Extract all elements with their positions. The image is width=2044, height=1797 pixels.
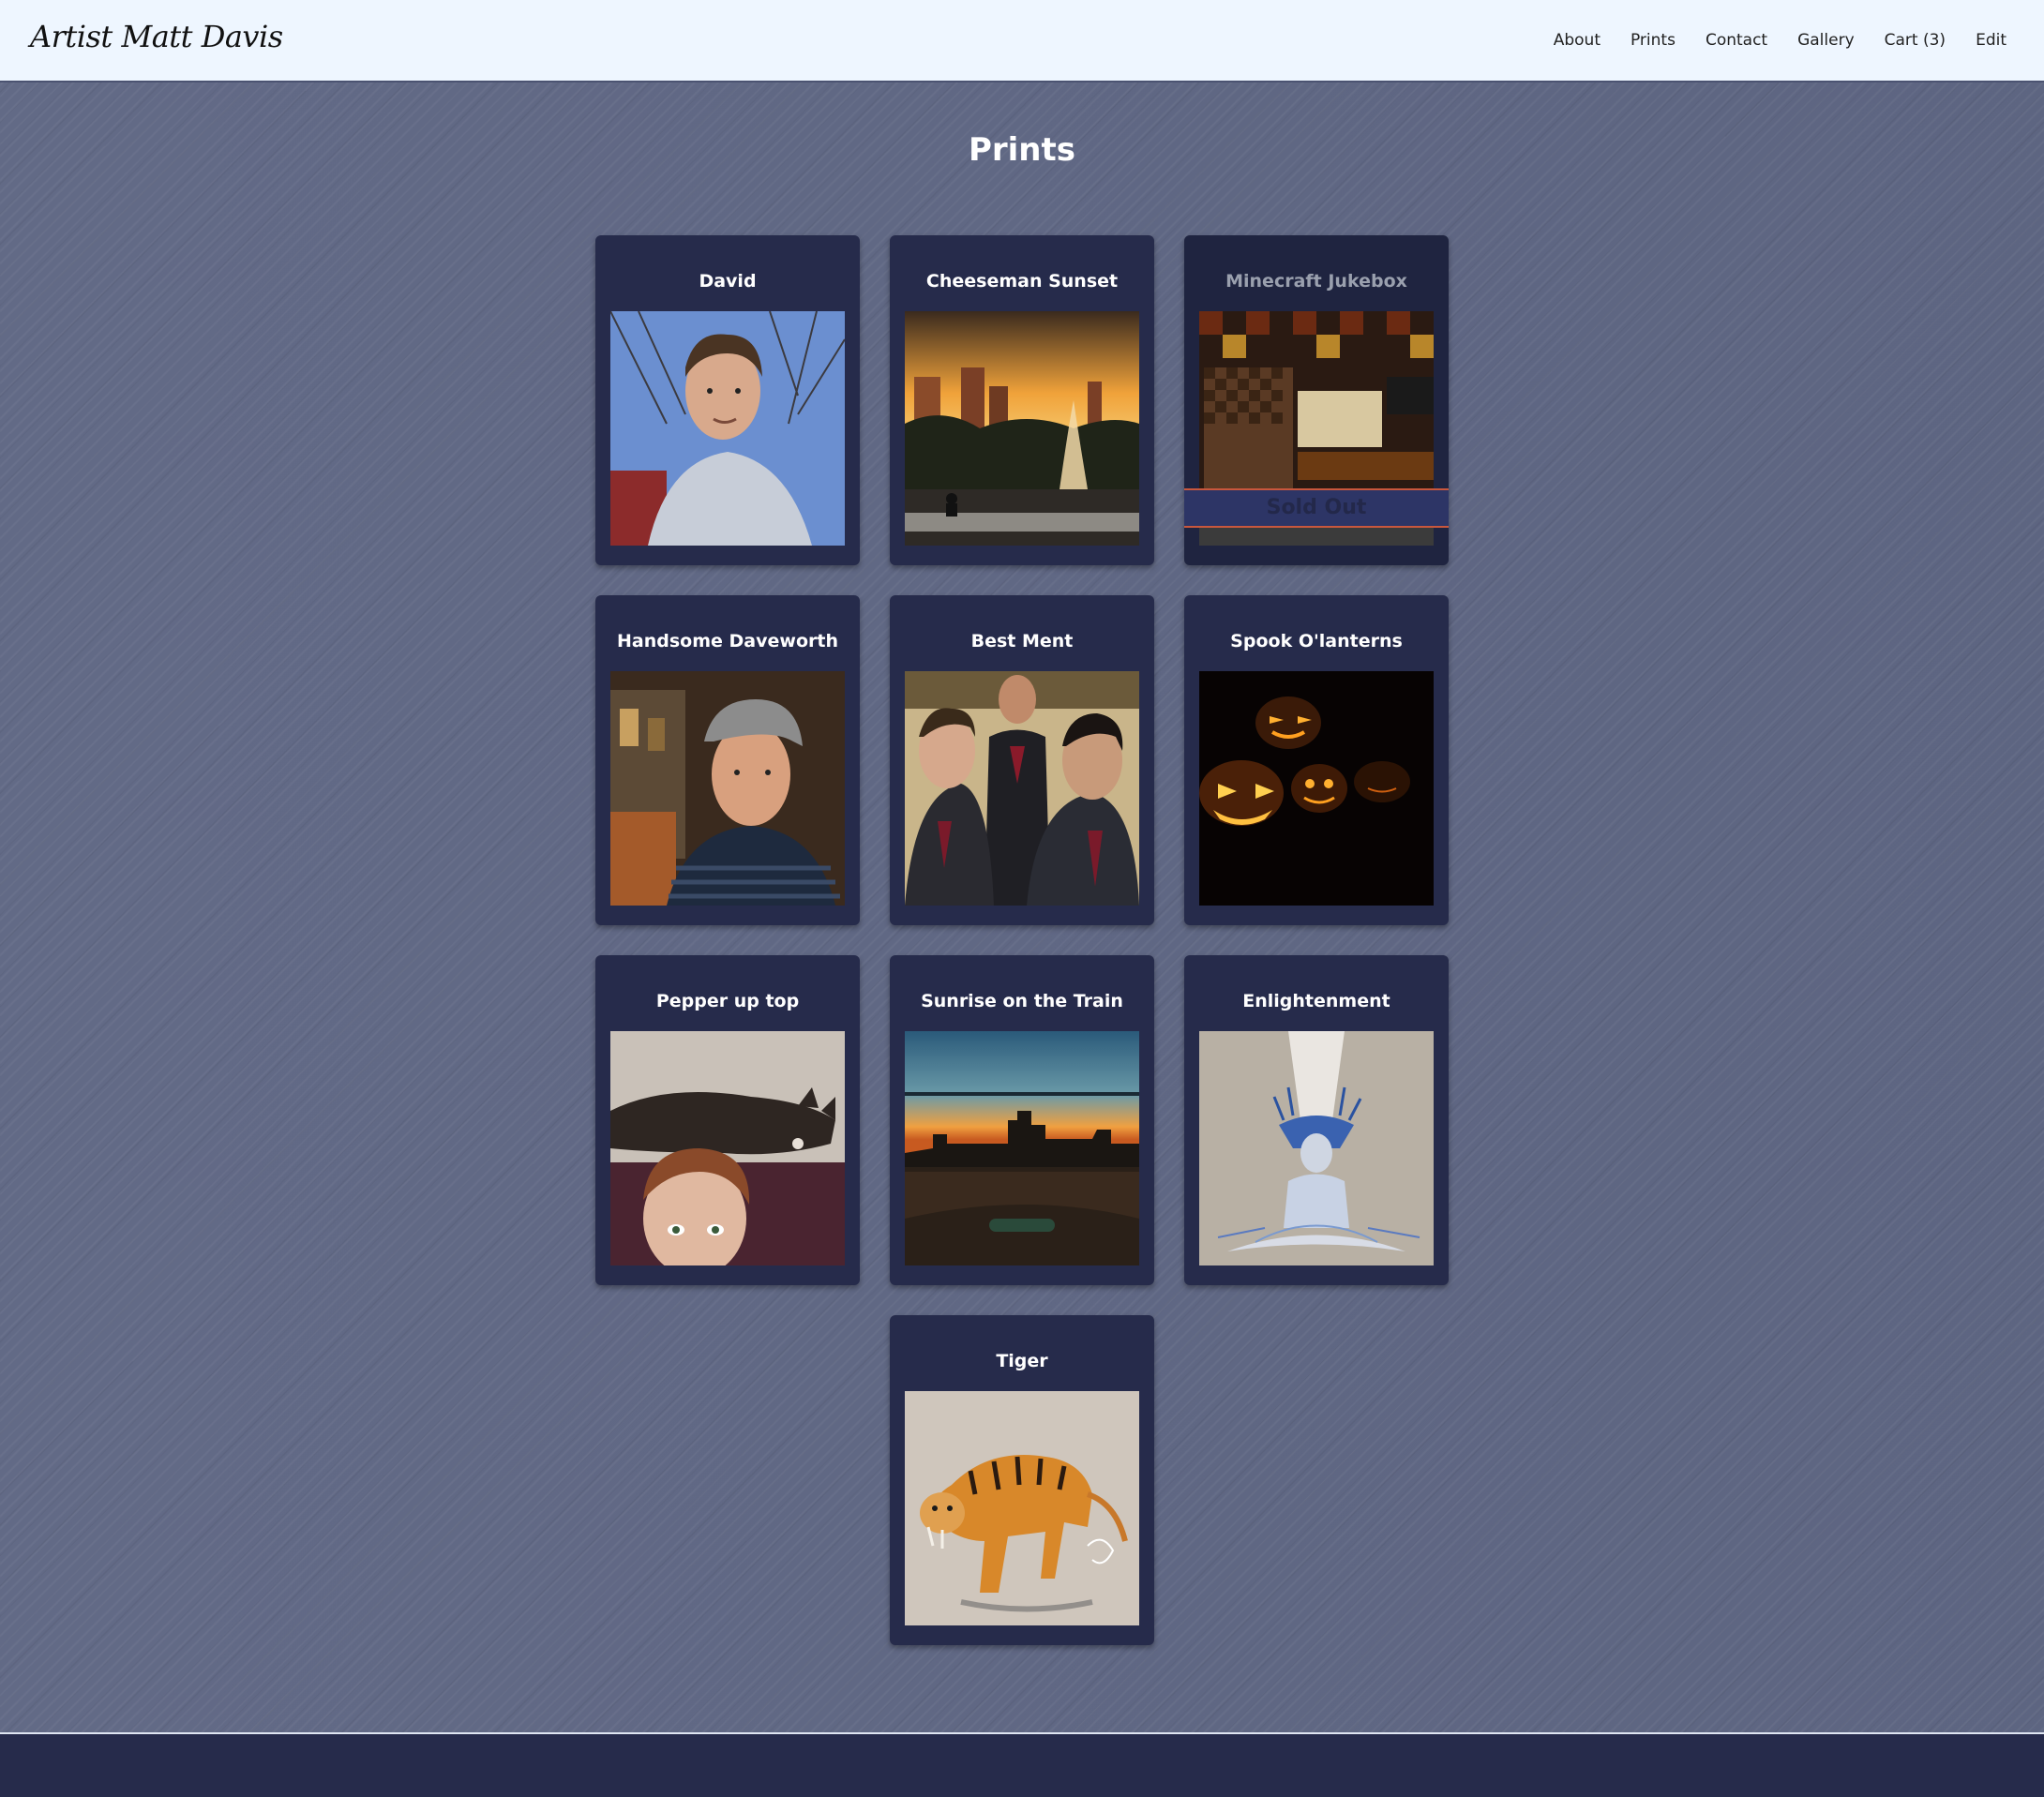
print-image-sunrise-on-the-train[interactable] [905, 1031, 1139, 1265]
sold-out-badge: Sold Out [1184, 488, 1449, 528]
site-header: Artist Matt Davis About Prints Contact G… [0, 0, 2044, 82]
meditation-drawing-icon [1199, 1031, 1434, 1265]
print-card-handsome-daveworth[interactable]: Handsome Daveworth [595, 595, 860, 925]
print-title: Enlightenment [1242, 991, 1390, 1011]
nav-about-link[interactable]: About [1554, 31, 1601, 50]
site-footer [0, 1732, 2044, 1797]
city-sunrise-photo-icon [905, 1031, 1139, 1265]
print-image-david[interactable] [610, 311, 845, 546]
print-card-sunrise-on-the-train[interactable]: Sunrise on the Train [890, 955, 1154, 1285]
nav-edit-link[interactable]: Edit [1976, 31, 2006, 50]
print-card-best-ment[interactable]: Best Ment [890, 595, 1154, 925]
print-card-enlightenment[interactable]: Enlightenment [1184, 955, 1449, 1285]
print-card-david[interactable]: David [595, 235, 860, 565]
print-title: Pepper up top [655, 991, 800, 1011]
print-title: Minecraft Jukebox [1225, 271, 1407, 292]
cat-photo-icon [610, 1031, 845, 1265]
print-image-pepper-up-top[interactable] [610, 1031, 845, 1265]
sunset-photo-icon [905, 311, 1139, 546]
print-card-spook-olanterns[interactable]: Spook O'lanterns [1184, 595, 1449, 925]
tiger-drawing-icon [905, 1391, 1139, 1625]
print-title: Cheeseman Sunset [925, 271, 1119, 292]
print-title: Tiger [996, 1351, 1048, 1371]
print-title: Spook O'lanterns [1230, 631, 1403, 651]
nav-gallery-link[interactable]: Gallery [1797, 31, 1855, 50]
group-photo-icon [905, 671, 1139, 906]
print-card-tiger[interactable]: Tiger [890, 1315, 1154, 1645]
print-image-cheeseman-sunset[interactable] [905, 311, 1139, 546]
print-image-spook-olanterns[interactable] [1199, 671, 1434, 906]
portrait-photo-icon [610, 671, 845, 906]
print-image-tiger[interactable] [905, 1391, 1139, 1625]
print-image-best-ment[interactable] [905, 671, 1139, 906]
print-card-cheeseman-sunset[interactable]: Cheeseman Sunset [890, 235, 1154, 565]
print-card-minecraft-jukebox[interactable]: Minecraft Jukebox Sold Out [1184, 235, 1449, 565]
print-title: Sunrise on the Train [921, 991, 1123, 1011]
print-image-enlightenment[interactable] [1199, 1031, 1434, 1265]
main-nav: About Prints Contact Gallery Cart (3) Ed… [1524, 0, 2006, 81]
print-image-handsome-daveworth[interactable] [610, 671, 845, 906]
print-title: David [699, 271, 757, 292]
print-title: Best Ment [970, 631, 1074, 651]
prints-grid: David Cheeseman Sunset Minecraft Jukebox… [595, 235, 1449, 1645]
nav-cart-link[interactable]: Cart (3) [1885, 31, 1946, 50]
pumpkin-photo-icon [1199, 671, 1434, 906]
portrait-photo-icon [610, 311, 845, 546]
page-title: Prints [968, 131, 1076, 169]
print-card-pepper-up-top[interactable]: Pepper up top [595, 955, 860, 1285]
nav-prints-link[interactable]: Prints [1631, 31, 1676, 50]
site-logo[interactable]: Artist Matt Davis [30, 19, 283, 54]
nav-contact-link[interactable]: Contact [1706, 31, 1767, 50]
print-title: Handsome Daveworth [617, 631, 838, 651]
